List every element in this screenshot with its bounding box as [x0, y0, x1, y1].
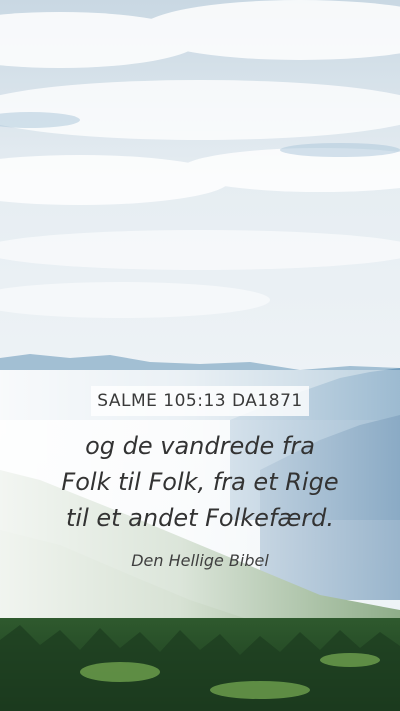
bible-source-label: Den Hellige Bibel [131, 551, 269, 570]
verse-line: og de vandrede fra [85, 432, 315, 460]
verse-line: Folk til Folk, fra et Rige [61, 468, 339, 496]
verse-reference-box: SALME 105:13 DA1871 [91, 386, 309, 416]
verse-line: til et andet Folkefærd. [65, 504, 335, 532]
verse-reference: SALME 105:13 DA1871 [97, 391, 303, 411]
verse-text: og de vandrede fra Folk til Folk, fra et… [20, 428, 380, 536]
